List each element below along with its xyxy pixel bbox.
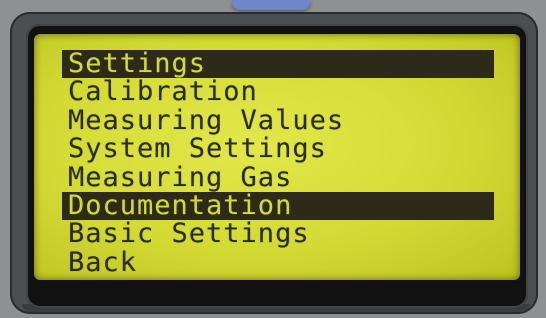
menu-item-measuring-values[interactable]: Measuring Values — [62, 106, 494, 135]
menu-item-back[interactable]: Back — [62, 248, 494, 277]
menu-item-settings[interactable]: Settings — [62, 49, 494, 79]
settings-menu: Settings Calibration Measuring Values Sy… — [62, 49, 494, 277]
device-top-tab — [232, 0, 310, 10]
device-panel: Settings Calibration Measuring Values Sy… — [0, 0, 546, 318]
menu-item-measuring-gas[interactable]: Measuring Gas — [62, 163, 494, 192]
menu-item-calibration[interactable]: Calibration — [62, 77, 494, 106]
menu-item-basic-settings[interactable]: Basic Settings — [62, 219, 494, 248]
menu-item-documentation[interactable]: Documentation — [62, 191, 494, 221]
lcd-screen: Settings Calibration Measuring Values Sy… — [34, 34, 520, 280]
menu-item-system-settings[interactable]: System Settings — [62, 134, 494, 163]
